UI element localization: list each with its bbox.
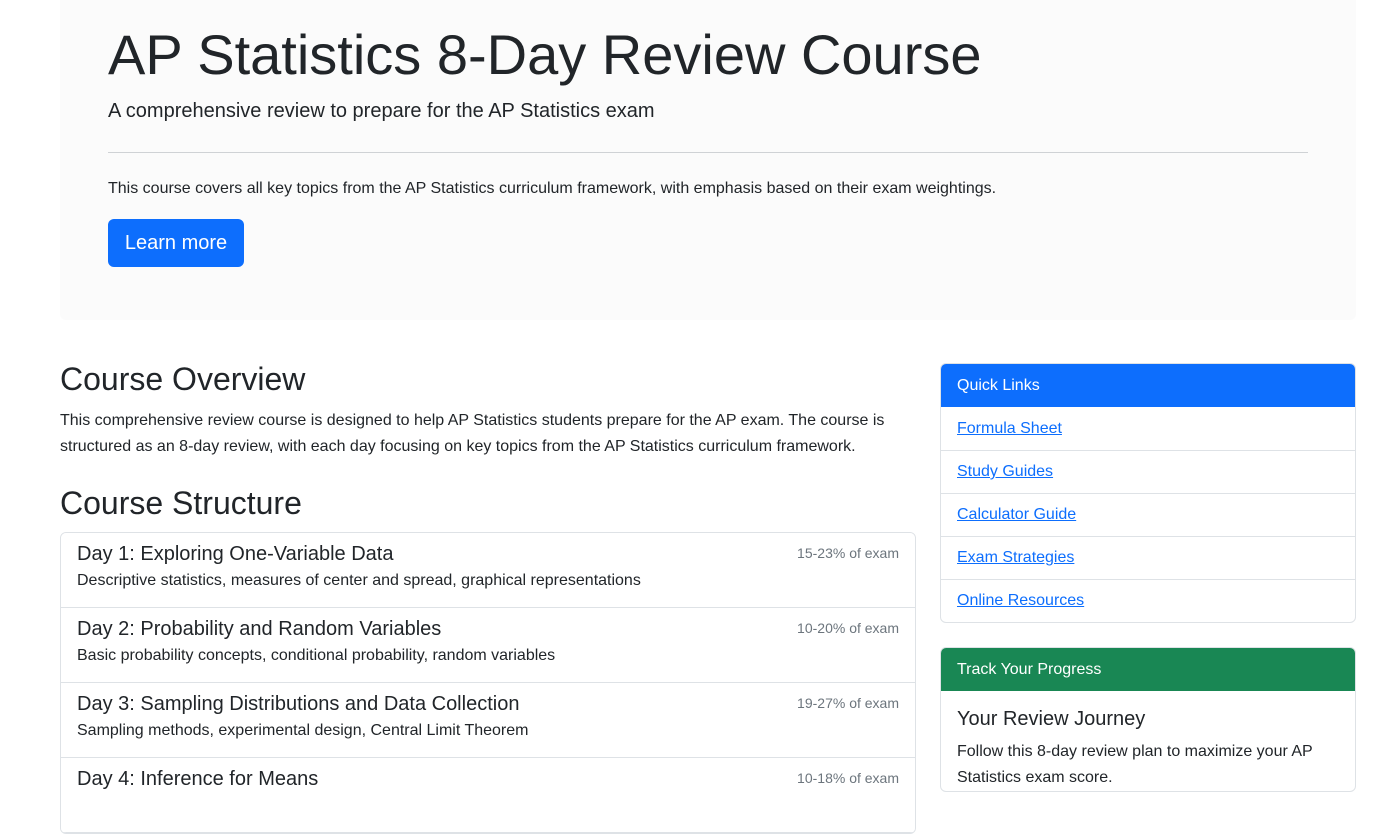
hero-divider [108,152,1308,153]
list-item[interactable]: Day 3: Sampling Distributions and Data C… [61,682,915,758]
progress-body: Your Review Journey Follow this 8-day re… [941,691,1355,791]
quick-links-list: Formula Sheet Study Guides Calculator Gu… [941,407,1355,622]
course-structure-list: Day 1: Exploring One-Variable Data 15-23… [60,531,916,834]
quick-link-item: Online Resources [941,579,1355,622]
overview-title: Course Overview [60,361,306,397]
quick-link-item: Calculator Guide [941,493,1355,536]
list-item[interactable]: Day 1: Exploring One-Variable Data 15-23… [61,532,915,608]
quick-links-header: Quick Links [941,364,1355,407]
online-resources-link[interactable]: Online Resources [957,592,1084,610]
hero-section: AP Statistics 8-Day Review Course A comp… [60,0,1356,320]
hero-lead: A comprehensive review to prepare for th… [108,100,655,122]
overview-text: This comprehensive review course is desi… [60,412,885,456]
day-description: Basic probability concepts, conditional … [77,646,556,664]
day-description: Sampling methods, experimental design, C… [77,721,529,739]
quick-link-item: Study Guides [941,450,1355,493]
exam-weight: 10-20% of exam [797,619,899,636]
quick-link-item: Formula Sheet [941,407,1355,450]
structure-title: Course Structure [60,485,302,522]
exam-weight: 19-27% of exam [797,694,899,711]
sidebar: Quick Links Formula Sheet Study Guides C… [940,363,1356,792]
hero-description: This course covers all key topics from t… [108,180,997,197]
main-column: Course Overview This comprehensive revie… [60,360,916,834]
learn-more-button[interactable]: Learn more [108,219,244,267]
study-guides-link[interactable]: Study Guides [957,463,1053,481]
day-title: Day 4: Inference for Means [77,767,319,790]
quick-links-card: Quick Links Formula Sheet Study Guides C… [940,363,1356,623]
day-description: Descriptive statistics, measures of cent… [77,571,641,589]
quick-link-item: Exam Strategies [941,536,1355,579]
progress-header: Track Your Progress [941,648,1355,691]
progress-title: Your Review Journey [957,708,1146,730]
exam-weight: 15-23% of exam [797,544,899,561]
progress-text: Follow this 8-day review plan to maximiz… [957,743,1313,786]
day-title: Day 3: Sampling Distributions and Data C… [77,692,520,715]
formula-sheet-link[interactable]: Formula Sheet [957,420,1062,438]
page-title: AP Statistics 8-Day Review Course [108,23,982,86]
list-item[interactable]: Day 4: Inference for Means 10-18% of exa… [61,757,915,833]
calculator-guide-link[interactable]: Calculator Guide [957,506,1076,524]
day-title: Day 1: Exploring One-Variable Data [77,542,394,565]
progress-card: Track Your Progress Your Review Journey … [940,647,1356,792]
exam-strategies-link[interactable]: Exam Strategies [957,549,1074,567]
list-item[interactable]: Day 2: Probability and Random Variables … [61,607,915,683]
day-title: Day 2: Probability and Random Variables [77,617,442,640]
exam-weight: 10-18% of exam [797,769,899,786]
